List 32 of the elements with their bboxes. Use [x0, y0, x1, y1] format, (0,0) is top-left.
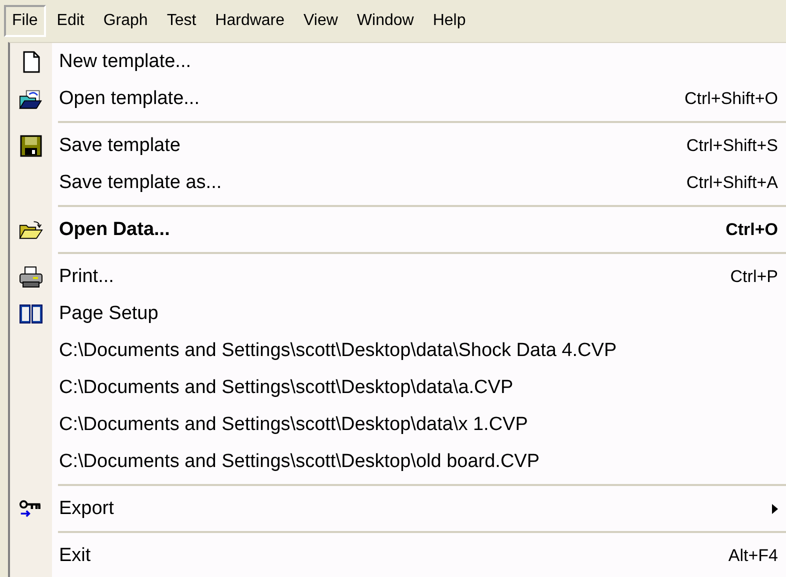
- menu-item[interactable]: Print...: [59, 266, 114, 288]
- shortcut-label: Ctrl+Shift+A: [686, 172, 778, 192]
- menu-item[interactable]: C:\Documents and Settings\scott\Desktop\data\x 1.CVP: [59, 414, 528, 436]
- open-book-icon: [19, 302, 43, 324]
- shortcut-label: Ctrl+P: [730, 266, 778, 286]
- menu-bar-item[interactable]: Graph: [95, 5, 156, 37]
- menu-item[interactable]: Open template...: [59, 88, 200, 110]
- menu-item[interactable]: C:\Documents and Settings\scott\Desktop\data\a.CVP: [59, 376, 514, 398]
- key-icon: [19, 498, 43, 520]
- menu-item[interactable]: New template...: [59, 50, 191, 72]
- open-folder-icon: [19, 218, 43, 240]
- menu-item[interactable]: Save template: [59, 134, 180, 156]
- menu-item[interactable]: C:\Documents and Settings\scott\Desktop\data\Shock Data 4.CVP: [59, 340, 617, 362]
- shortcut-label: Ctrl+Shift+O: [684, 88, 778, 108]
- menu-item[interactable]: Open Data...: [59, 218, 170, 240]
- shortcut-label: Ctrl+Shift+S: [686, 136, 778, 156]
- menu-bar-item[interactable]: File: [4, 5, 46, 37]
- shortcut-label: Alt+F4: [728, 546, 778, 566]
- menu-bar-item[interactable]: View: [296, 5, 346, 37]
- menu-bar-item[interactable]: Help: [424, 5, 474, 37]
- menu-item[interactable]: Export: [59, 498, 114, 520]
- menu-item[interactable]: Exit: [59, 544, 91, 566]
- menu-item[interactable]: Page Setup: [59, 302, 158, 324]
- shortcut-label: Ctrl+O: [726, 220, 778, 240]
- menu-bar-item[interactable]: Hardware: [207, 5, 293, 37]
- menu-item[interactable]: Save template as...: [59, 172, 222, 194]
- printer-icon: [19, 266, 43, 288]
- menu-bar-item[interactable]: Test: [158, 5, 204, 37]
- open-folder-icon: [19, 88, 43, 110]
- menu-bar-item[interactable]: Edit: [48, 5, 92, 37]
- menu-item[interactable]: C:\Documents and Settings\scott\Desktop\old board.CVP: [59, 450, 540, 472]
- menu-bar-item[interactable]: Window: [348, 5, 422, 37]
